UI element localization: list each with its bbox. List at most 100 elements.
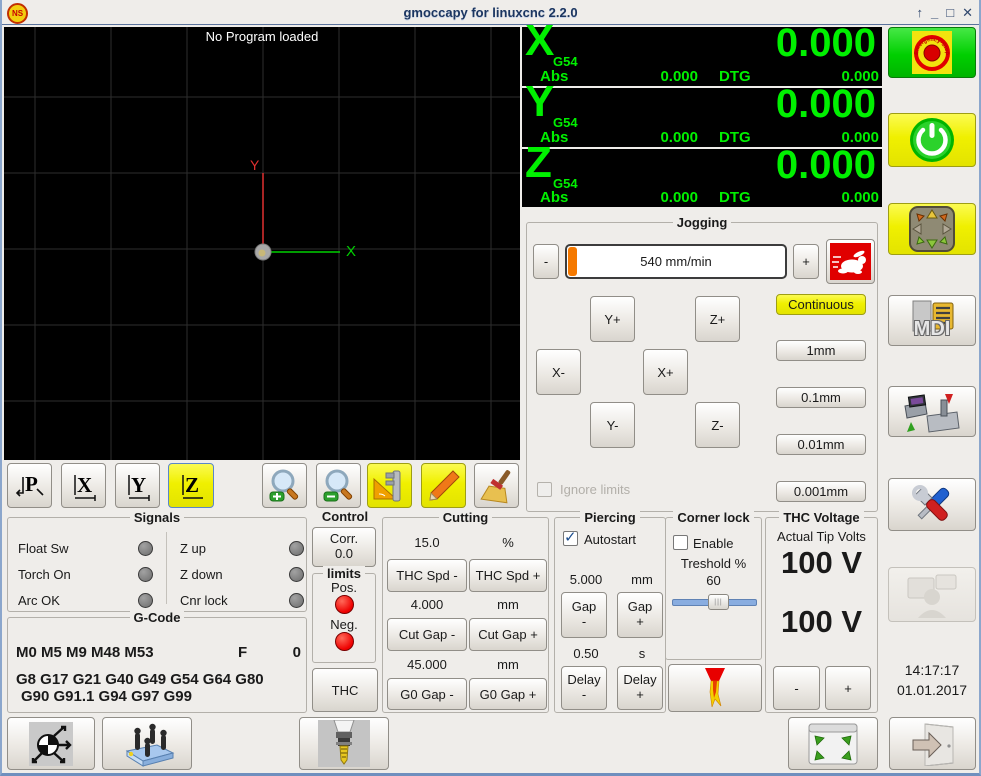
g0-gap-minus-button[interactable]: G0 Gap -	[387, 678, 467, 710]
manual-mode-button[interactable]	[888, 203, 976, 255]
fullscreen-icon	[808, 723, 858, 764]
pierce-delay-plus-button[interactable]: Delay +	[617, 666, 663, 710]
zoom-out-button[interactable]	[316, 463, 361, 508]
dtg-label: DTG	[719, 68, 751, 85]
view-y-button[interactable]: Y	[115, 463, 160, 508]
thc-speed-value: 15.0	[414, 535, 440, 550]
tool-change-button[interactable]	[299, 717, 389, 770]
thc-speed-plus-button[interactable]: THC Spd +	[469, 559, 547, 592]
view-x-button[interactable]: X	[61, 463, 106, 508]
dro-value: 0.000	[775, 82, 876, 126]
jog-x-minus-button[interactable]: X-	[536, 349, 581, 395]
no-program-message: No Program loaded	[205, 29, 319, 44]
corner-lock-enable-label: Enable	[693, 536, 734, 551]
jog-x-plus-button[interactable]: X+	[643, 349, 688, 395]
view-x-icon: X	[73, 473, 96, 501]
ignore-limits-label: Ignore limits	[560, 482, 631, 497]
thc-voltage-frame: THC Voltage Actual Tip Volts 100 V 100 V…	[765, 510, 878, 713]
jogging-frame: Jogging - 540 mm/min + Y+ Z+ X- X+ Y- Z-…	[526, 215, 878, 512]
pierce-delay-minus-button[interactable]: Delay -	[561, 666, 607, 710]
cut-gap-value: 4.000	[410, 597, 444, 612]
show-dimensions-button[interactable]	[367, 463, 412, 508]
piercing-frame: Piercing Autostart 5.000 mm Gap- Gap+ 0.…	[554, 510, 666, 713]
jog-speed-slider[interactable]: 540 mm/min	[565, 244, 787, 279]
user-settings-button[interactable]	[888, 567, 976, 622]
user-mode-icon	[907, 574, 957, 618]
gcode-title: G-Code	[129, 610, 185, 625]
jog-z-plus-button[interactable]: Z+	[695, 296, 740, 342]
torch-button[interactable]	[668, 664, 762, 712]
jog-speed-plus-button[interactable]: +	[793, 244, 819, 279]
dtg-label: DTG	[719, 189, 751, 206]
ignore-limits-checkbox[interactable]	[537, 482, 552, 497]
dimensions-icon	[373, 470, 400, 501]
pos-limit-led	[335, 595, 354, 614]
abs-label: Abs	[540, 189, 569, 206]
thc-button[interactable]: THC	[312, 668, 378, 712]
auto-mode-icon	[904, 393, 960, 433]
touch-off-button[interactable]	[7, 717, 95, 770]
g0-gap-value: 45.000	[407, 657, 447, 672]
exit-icon	[912, 722, 953, 766]
increment-001mm-button[interactable]: 0.01mm	[776, 434, 866, 455]
volts-minus-button[interactable]: -	[773, 666, 820, 710]
thc-speed-minus-button[interactable]: THC Spd -	[387, 559, 467, 592]
view-p-button[interactable]: P	[7, 463, 52, 508]
jog-y-minus-button[interactable]: Y-	[590, 402, 635, 448]
g0-gap-plus-button[interactable]: G0 Gap +	[469, 678, 547, 710]
coord-system: G54	[553, 115, 578, 130]
feed-value: 0	[292, 644, 301, 661]
threshold-slider-handle[interactable]: |||	[708, 594, 729, 610]
touch-plate-button[interactable]	[102, 717, 192, 770]
mdi-mode-button[interactable]: MDI	[888, 295, 976, 346]
exit-button[interactable]	[889, 717, 976, 770]
jog-y-plus-button[interactable]: Y+	[590, 296, 635, 342]
dro-axis-y[interactable]: Y G54 0.000 Abs 0.000 DTG 0.000	[522, 80, 882, 147]
settings-tools-icon	[911, 484, 950, 521]
corner-lock-enable-checkbox[interactable]	[673, 535, 688, 550]
volts-plus-button[interactable]: +	[825, 666, 871, 710]
shade-window-button[interactable]: ↑	[917, 5, 924, 20]
increment-01mm-button[interactable]: 0.1mm	[776, 387, 866, 408]
pierce-gap-unit: mm	[631, 572, 653, 587]
max-velocity-button[interactable]	[826, 239, 875, 284]
maximize-window-button[interactable]: □	[946, 5, 954, 20]
touch-plate-icon	[125, 723, 175, 767]
piercing-title: Piercing	[580, 510, 640, 525]
view-y-icon: Y	[127, 473, 150, 501]
dro-axis-x[interactable]: X G54 0.000 Abs 0.000 DTG 0.000	[522, 19, 882, 86]
pierce-gap-minus-button[interactable]: Gap -	[561, 592, 607, 638]
increment-1mm-button[interactable]: 1mm	[776, 340, 866, 361]
cut-gap-minus-button[interactable]: Cut Gap -	[387, 618, 467, 651]
correction-button[interactable]: Corr. 0.0	[312, 527, 376, 567]
gcode-preview[interactable]: Y X No Program loaded	[4, 27, 520, 460]
emergency-stop-icon: Emergency-Stop	[912, 31, 952, 74]
auto-mode-button[interactable]	[888, 386, 976, 437]
machine-on-button[interactable]	[888, 113, 976, 167]
threshold-slider[interactable]: |||	[672, 594, 757, 610]
active-m-codes: M0 M5 M9 M48 M53	[16, 644, 154, 661]
clear-preview-button[interactable]	[474, 463, 519, 508]
fullscreen-button[interactable]	[788, 717, 878, 770]
pierce-gap-plus-button[interactable]: Gap +	[617, 592, 663, 638]
autostart-checkbox[interactable]	[563, 528, 578, 546]
jog-speed-minus-button[interactable]: -	[533, 244, 559, 279]
emergency-stop-button[interactable]: Emergency-Stop	[888, 27, 976, 78]
corner-lock-title: Corner lock	[673, 510, 754, 525]
dro-axis-z[interactable]: Z G54 0.000 Abs 0.000 DTG 0.000	[522, 141, 882, 207]
cut-gap-plus-button[interactable]: Cut Gap +	[469, 618, 547, 651]
torch-on-led	[138, 567, 153, 582]
z-up-led	[289, 541, 304, 556]
preview-toolbar: P X Y Z	[4, 460, 520, 513]
pierce-delay-unit: s	[638, 646, 646, 661]
close-window-button[interactable]: ✕	[962, 5, 973, 21]
zoom-in-button[interactable]	[262, 463, 307, 508]
jog-z-minus-button[interactable]: Z-	[695, 402, 740, 448]
draw-path-button[interactable]	[421, 463, 466, 508]
svg-text:Z: Z	[185, 473, 199, 497]
minimize-window-button[interactable]: _	[931, 5, 938, 20]
view-z-button[interactable]: Z	[168, 463, 214, 508]
increment-0001mm-button[interactable]: 0.001mm	[776, 481, 866, 502]
increment-continuous-button[interactable]: Continuous	[776, 294, 866, 315]
settings-button[interactable]	[888, 478, 976, 531]
